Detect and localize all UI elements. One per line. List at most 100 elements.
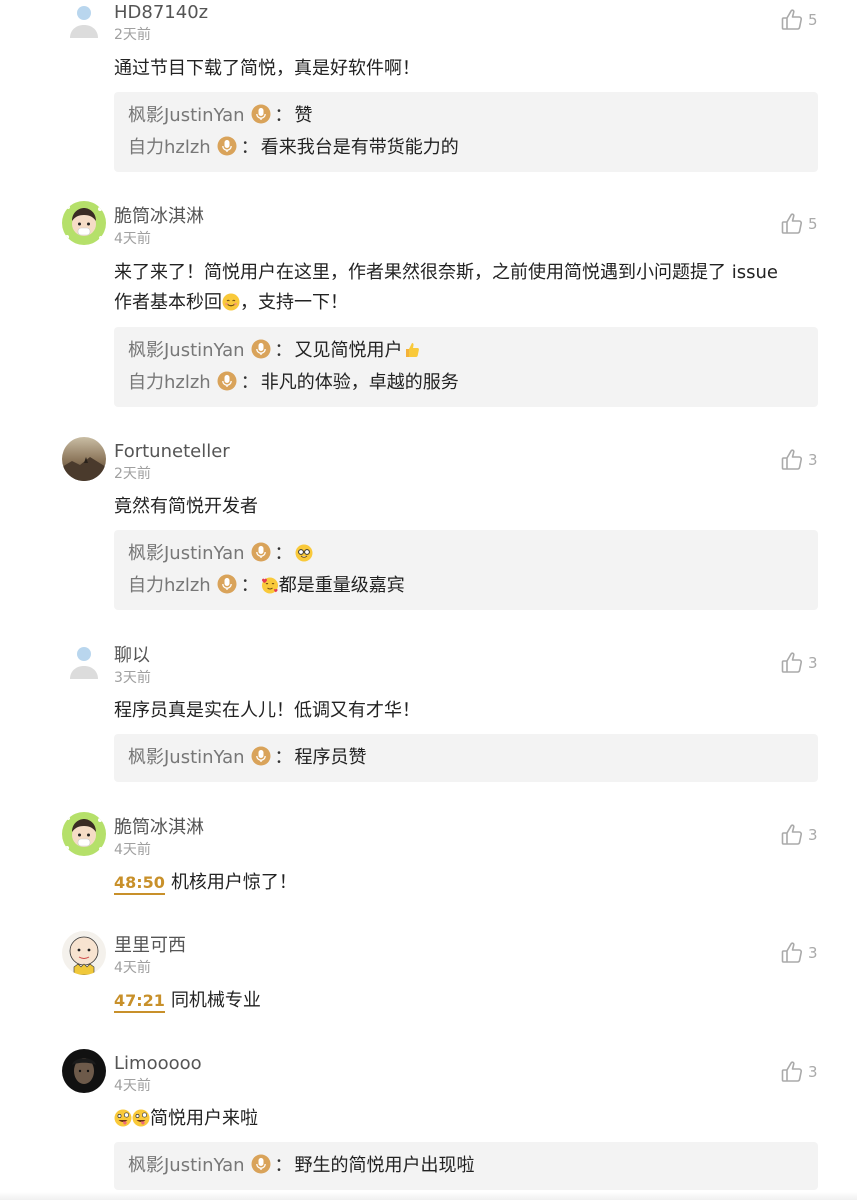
reply-separator: ： (274, 1155, 293, 1176)
zany-emoji-icon (132, 1109, 150, 1127)
comment-time: 4天前 (114, 842, 151, 858)
thumbs-up-icon (780, 823, 804, 847)
comment-text: 48:50 机核用户惊了！ (114, 872, 297, 895)
hearts-emoji-icon (261, 576, 279, 594)
reply-box: 枫影JustinYan：又见简悦用户 自力hzlzh：非凡的体验，卓越的服务 (114, 327, 818, 407)
comment-text-line: 来了来了！简悦用户在这里，作者果然很奈斯，之前使用简悦遇到小问题提了 issue (114, 262, 778, 283)
comment-text: 简悦用户来啦 (114, 1104, 819, 1134)
reply-author[interactable]: 枫影JustinYan (128, 340, 245, 361)
timestamp-link[interactable]: 47:21 (114, 991, 165, 1013)
reply-separator: ： (274, 747, 293, 768)
thumbs-up-icon (780, 651, 804, 675)
like-button[interactable]: 3 (780, 1060, 818, 1084)
reply-separator: ： (274, 543, 293, 564)
bottom-edge (0, 1192, 857, 1200)
host-mic-icon (251, 542, 271, 562)
zany-emoji-icon (114, 1109, 132, 1127)
avatar[interactable] (62, 812, 106, 856)
like-count: 3 (808, 654, 818, 672)
comment-text: 竟然有简悦开发者 (114, 496, 258, 517)
smile-emoji-icon (222, 293, 240, 311)
avatar[interactable] (62, 931, 106, 975)
reply-item: 枫影JustinYan ：赞 (128, 100, 804, 132)
host-mic-icon (217, 136, 237, 156)
reply-box: 枫影JustinYan ： 自力hzlzh ： 都是重量级嘉宾 (114, 530, 818, 610)
comment-time: 4天前 (114, 231, 151, 247)
host-mic-icon (251, 1154, 271, 1174)
host-mic-icon (217, 371, 237, 391)
comment-text: 来了来了！简悦用户在这里，作者果然很奈斯，之前使用简悦遇到小问题提了 issue… (114, 258, 819, 318)
username[interactable]: 脆筒冰淇淋 (114, 206, 204, 228)
avatar[interactable] (62, 201, 106, 245)
username[interactable]: Limooooo (114, 1053, 202, 1075)
thumbs-up-icon (780, 941, 804, 965)
default-user-avatar-icon (62, 641, 106, 685)
comment-time: 3天前 (114, 670, 151, 686)
reply-author[interactable]: 自力hzlzh (128, 137, 211, 158)
reply-item: 枫影JustinYan ： (128, 538, 804, 570)
reply-separator: ： (274, 105, 293, 126)
reply-author[interactable]: 枫影JustinYan (128, 543, 245, 564)
portrait-photo-avatar-icon (62, 1049, 106, 1093)
reply-separator: ： (274, 340, 293, 361)
reply-item: 自力hzlzh ：非凡的体验，卓越的服务 (128, 367, 804, 399)
reply-author[interactable]: 自力hzlzh (128, 575, 211, 596)
reply-text: 程序员赞 (294, 747, 367, 768)
like-button[interactable]: 5 (780, 212, 818, 236)
like-count: 3 (808, 1063, 818, 1081)
comment-text: 程序员真是实在人儿！低调又有才华！ (114, 700, 420, 721)
username[interactable]: HD87140z (114, 2, 208, 24)
reply-author[interactable]: 自力hzlzh (128, 372, 211, 393)
reply-item: 自力hzlzh ：看来我台是有带货能力的 (128, 132, 804, 164)
avatar[interactable] (62, 437, 106, 481)
reply-box: 枫影JustinYan ：野生的简悦用户出现啦 (114, 1142, 818, 1190)
username[interactable]: 聊以 (114, 645, 150, 667)
thumbs-up-icon (780, 1060, 804, 1084)
like-button[interactable]: 3 (780, 651, 818, 675)
thumbs-up-icon (780, 8, 804, 32)
nerd-emoji-icon (295, 544, 313, 562)
host-mic-icon (217, 574, 237, 594)
comment-text: 47:21 同机械专业 (114, 990, 261, 1013)
host-mic-icon (251, 746, 271, 766)
cartoon-boy-avatar-icon (62, 201, 106, 245)
comment-time: 2天前 (114, 466, 151, 482)
thumbs-up-icon (780, 212, 804, 236)
like-button[interactable]: 3 (780, 823, 818, 847)
username[interactable]: 里里可西 (114, 935, 186, 957)
reply-text: 看来我台是有带货能力的 (260, 137, 459, 158)
reply-text: 赞 (294, 105, 313, 126)
like-count: 3 (808, 944, 818, 962)
reply-separator: ： (240, 137, 259, 158)
avatar[interactable] (62, 641, 106, 685)
like-count: 5 (808, 215, 818, 233)
like-button[interactable]: 5 (780, 8, 818, 32)
reply-item: 枫影JustinYan ：程序员赞 (128, 742, 804, 774)
avatar[interactable] (62, 0, 106, 44)
username[interactable]: 脆筒冰淇淋 (114, 817, 204, 839)
reply-text: 非凡的体验，卓越的服务 (260, 372, 459, 393)
reply-separator: ： (240, 372, 259, 393)
cartoon-charlie-avatar-icon (62, 931, 106, 975)
reply-box: 枫影JustinYan ：程序员赞 (114, 734, 818, 782)
host-mic-icon (251, 339, 271, 359)
host-mic-icon (251, 104, 271, 124)
timestamp-link[interactable]: 48:50 (114, 873, 165, 895)
like-button[interactable]: 3 (780, 941, 818, 965)
comment-time: 2天前 (114, 27, 151, 43)
like-count: 3 (808, 826, 818, 844)
reply-box: 枫影JustinYan：赞 自力hzlzh：看来我台是有带货能力的 (114, 92, 818, 172)
reply-author[interactable]: 枫影JustinYan (128, 747, 245, 768)
like-button[interactable]: 3 (780, 448, 818, 472)
username[interactable]: Fortuneteller (114, 441, 230, 463)
cartoon-boy-avatar-icon (62, 812, 106, 856)
reply-author[interactable]: 枫影JustinYan (128, 1155, 245, 1176)
comment-text-line: 作者基本秒回 ，支持一下！ (114, 292, 348, 313)
reply-item: 枫影JustinYan ：野生的简悦用户出现啦 (128, 1150, 804, 1182)
reply-text: 野生的简悦用户出现啦 (294, 1155, 475, 1176)
landscape-photo-avatar-icon (62, 437, 106, 481)
like-count: 3 (808, 451, 818, 469)
reply-author[interactable]: 枫影JustinYan (128, 105, 245, 126)
avatar[interactable] (62, 1049, 106, 1093)
reply-item: 自力hzlzh ： 都是重量级嘉宾 (128, 570, 804, 602)
